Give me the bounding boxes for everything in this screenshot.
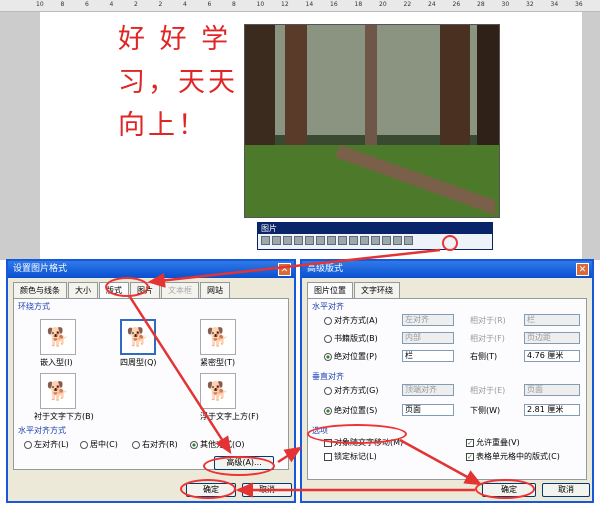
arrow (399, 438, 483, 486)
annotation-arrows (128, 248, 483, 498)
arrow (128, 296, 232, 455)
arrow (277, 446, 303, 464)
arrow (147, 248, 441, 288)
